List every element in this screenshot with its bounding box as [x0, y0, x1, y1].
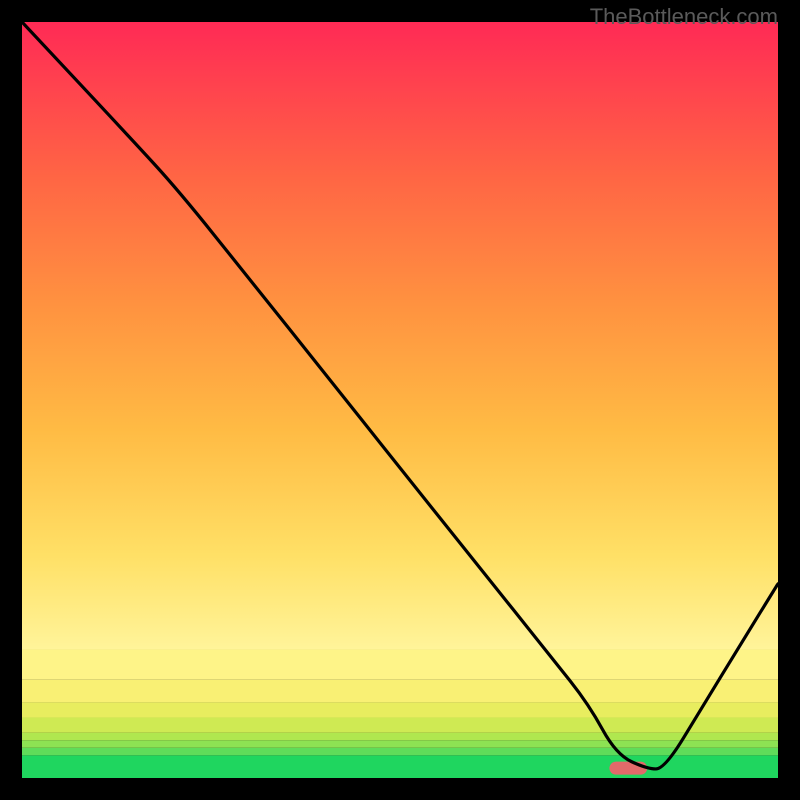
watermark-text: TheBottleneck.com	[590, 4, 778, 30]
background-bands	[22, 22, 778, 778]
optimal-marker	[609, 762, 647, 775]
band	[22, 649, 778, 679]
band	[22, 680, 778, 703]
band	[22, 718, 778, 733]
band	[22, 755, 778, 778]
band	[22, 702, 778, 717]
band	[22, 22, 778, 649]
band	[22, 748, 778, 756]
chart-plot-area	[22, 22, 778, 778]
optimal-marker-pill	[609, 762, 647, 775]
chart-svg	[22, 22, 778, 778]
band	[22, 733, 778, 741]
band	[22, 740, 778, 748]
